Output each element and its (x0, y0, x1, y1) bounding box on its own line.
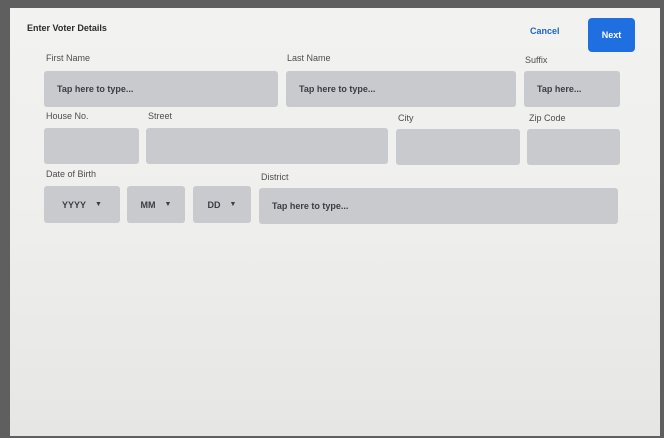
street-label: Street (148, 111, 173, 121)
birth-month-dropdown[interactable]: MM ▼ (127, 186, 185, 223)
house-no-label: House No. (46, 111, 89, 121)
zip-code-label: Zip Code (529, 113, 566, 123)
first-name-placeholder: Tap here to type... (57, 84, 134, 94)
district-field[interactable]: Tap here to type... (259, 188, 618, 224)
birth-day-dropdown[interactable]: DD ▼ (193, 186, 251, 223)
cancel-button[interactable]: Cancel (530, 26, 560, 36)
birth-year-dropdown[interactable]: YYYY ▼ (44, 186, 120, 223)
house-no-field[interactable] (44, 128, 139, 164)
birth-day-value: DD (207, 199, 221, 210)
suffix-field[interactable]: Tap here... (524, 71, 620, 107)
date-of-birth-label: Date of Birth (46, 169, 97, 179)
district-label: District (261, 172, 289, 182)
caret-down-icon: ▼ (164, 201, 172, 208)
district-placeholder: Tap here to type... (272, 201, 349, 211)
city-label: City (398, 113, 414, 123)
city-field[interactable] (396, 129, 520, 165)
caret-down-icon: ▼ (229, 201, 237, 208)
voter-details-screen: Enter Voter Details Cancel Next First Na… (10, 8, 660, 436)
next-button[interactable]: Next (588, 18, 635, 52)
page-title: Enter Voter Details (27, 23, 107, 33)
first-name-field[interactable]: Tap here to type... (44, 71, 278, 107)
caret-down-icon: ▼ (95, 201, 102, 208)
suffix-label: Suffix (525, 55, 548, 65)
zip-code-field[interactable] (527, 129, 620, 165)
last-name-field[interactable]: Tap here to type... (286, 71, 516, 107)
birth-year-value: YYYY (62, 199, 87, 210)
birth-month-value: MM (140, 199, 156, 210)
street-field[interactable] (146, 128, 388, 164)
first-name-label: First Name (46, 53, 91, 63)
suffix-placeholder: Tap here... (537, 84, 582, 94)
last-name-label: Last Name (287, 53, 331, 63)
last-name-placeholder: Tap here to type... (299, 84, 376, 94)
